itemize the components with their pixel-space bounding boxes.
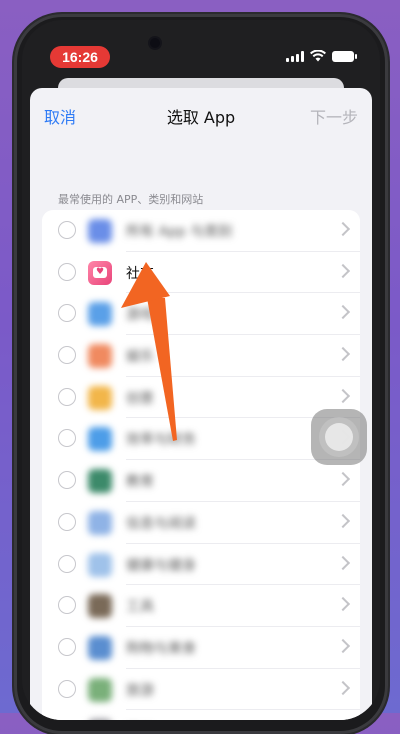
category-label: 信息与阅读 <box>126 515 196 532</box>
category-row[interactable]: 工具 <box>42 585 360 627</box>
app-picker-sheet: 取消 选取 App 下一步 最常使用的 APP、类别和网站 所有 App 与类别… <box>30 88 372 720</box>
category-label: 购物与美食 <box>126 640 196 657</box>
education-icon <box>88 469 112 494</box>
category-row[interactable]: 所有 App 与类别 <box>42 210 360 252</box>
select-radio[interactable] <box>58 554 76 573</box>
cellular-signal-icon <box>286 50 304 62</box>
category-label: 所有 App 与类别 <box>126 224 233 240</box>
category-label: 健康与健身 <box>126 557 196 574</box>
heart-icon: ♥ <box>93 267 107 279</box>
category-row[interactable]: 旅游 <box>42 669 360 711</box>
battery-icon <box>332 50 357 62</box>
chevron-right-icon[interactable] <box>335 388 351 403</box>
chevron-right-icon[interactable] <box>335 305 351 320</box>
category-label: 效率与财务 <box>126 432 196 449</box>
select-radio[interactable] <box>58 262 76 281</box>
select-radio[interactable] <box>58 346 76 365</box>
wifi-icon <box>310 50 326 62</box>
category-row[interactable]: 购物与美食 <box>42 627 360 669</box>
chevron-right-icon[interactable] <box>335 680 351 695</box>
select-radio[interactable] <box>58 471 76 490</box>
section-header: 最常使用的 APP、类别和网站 <box>58 193 204 206</box>
select-radio[interactable] <box>58 429 76 448</box>
category-row[interactable]: ♥ 社交 <box>42 252 360 294</box>
category-label: 教育 <box>126 474 154 491</box>
category-list: 所有 App 与类别 ♥ 社交游戏娱乐创意效率与财务教育信息与阅读健康与健身工具购物… <box>42 210 360 720</box>
category-row[interactable]: 教育 <box>42 460 360 502</box>
category-row[interactable]: 其他 <box>42 710 360 720</box>
category-label: 创意 <box>126 390 154 407</box>
chevron-right-icon[interactable] <box>335 597 351 612</box>
screen: 16:26 取消 选取 App 下一步 最常使用的 APP、类别和网站 所有 A… <box>22 20 380 720</box>
assistive-touch-inner-ring <box>325 423 353 451</box>
category-label: 娱乐 <box>126 349 154 366</box>
chevron-right-icon[interactable] <box>335 513 351 528</box>
all-apps-icon <box>88 219 112 243</box>
select-radio[interactable] <box>58 512 76 531</box>
chevron-right-icon[interactable] <box>335 346 351 362</box>
reading-icon <box>88 510 112 535</box>
health-icon <box>88 552 112 577</box>
chevron-right-icon[interactable] <box>335 472 351 487</box>
category-label: 游戏 <box>126 307 154 324</box>
category-row[interactable]: 健康与健身 <box>42 544 360 586</box>
travel-icon <box>88 677 112 702</box>
select-radio[interactable] <box>58 679 76 698</box>
category-row[interactable]: 娱乐 <box>42 335 360 377</box>
chevron-right-icon[interactable] <box>335 221 351 237</box>
other-icon <box>88 719 112 720</box>
status-icons <box>286 50 357 62</box>
chevron-right-icon[interactable] <box>335 638 351 653</box>
status-bar: 16:26 <box>22 20 380 80</box>
shopping-icon <box>88 635 112 660</box>
category-label: 社交 <box>126 265 154 282</box>
select-radio[interactable] <box>58 304 76 323</box>
select-radio[interactable] <box>58 387 76 406</box>
next-button[interactable]: 下一步 <box>310 104 358 128</box>
assistive-touch-button[interactable] <box>311 409 367 465</box>
games-icon <box>88 302 112 327</box>
category-row[interactable]: 游戏 <box>42 293 360 336</box>
category-label: 工具 <box>126 599 154 616</box>
category-row[interactable]: 信息与阅读 <box>42 502 360 544</box>
productivity-icon <box>88 427 112 452</box>
select-radio[interactable] <box>58 637 76 656</box>
status-time[interactable]: 16:26 <box>50 46 110 68</box>
front-camera <box>150 38 160 48</box>
chevron-right-icon[interactable] <box>335 263 351 278</box>
select-radio[interactable] <box>58 221 76 239</box>
creativity-icon <box>88 385 112 410</box>
entertainment-icon <box>88 344 112 369</box>
navigation-bar: 取消 选取 App 下一步 <box>30 88 372 142</box>
select-radio[interactable] <box>58 596 76 615</box>
utilities-icon <box>88 594 112 619</box>
category-label: 旅游 <box>126 682 154 699</box>
chevron-right-icon[interactable] <box>335 555 351 570</box>
category-row[interactable]: 创意 <box>42 377 360 419</box>
social-icon: ♥ <box>88 260 112 285</box>
